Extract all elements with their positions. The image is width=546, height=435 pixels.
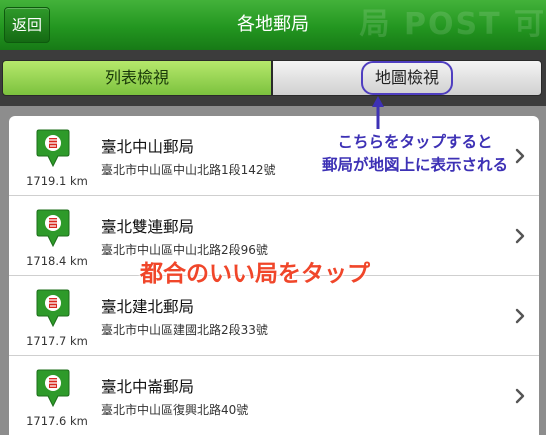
list-item[interactable]: 1717.6 km 臺北中崙郵局 臺北市中山區復興北路40號 (9, 356, 539, 435)
distance-label: 1717.6 km (26, 414, 88, 428)
tab-map-view-label: 地圖檢視 (360, 61, 453, 95)
post-office-pin-icon (36, 289, 70, 328)
header-bar: 局 POST 可 各地郵局 返回 (0, 0, 546, 50)
office-name: 臺北中山郵局 (101, 138, 195, 156)
office-address: 臺北市中山區復興北路40號 (101, 403, 249, 417)
post-office-pin-icon (36, 369, 70, 408)
post-office-pin-icon (36, 129, 70, 168)
distance-label: 1717.7 km (26, 334, 88, 348)
tab-list-view[interactable]: 列表檢視 (2, 60, 272, 96)
chevron-right-icon (515, 228, 525, 244)
tab-map-view[interactable]: 地圖檢視 (272, 60, 542, 96)
back-button[interactable]: 返回 (4, 7, 50, 43)
list-annotation: 都合のいい局をタップ (140, 261, 370, 287)
distance-label: 1718.4 km (26, 254, 88, 268)
office-name: 臺北建北郵局 (101, 298, 195, 316)
chevron-right-icon (515, 308, 525, 324)
office-name: 臺北中崙郵局 (101, 378, 195, 396)
office-name: 臺北雙連郵局 (101, 218, 195, 236)
post-office-pin-icon (36, 209, 70, 248)
chevron-right-icon (515, 388, 525, 404)
office-address: 臺北市中山區中山北路1段142號 (101, 163, 276, 177)
office-address: 臺北市中山區建國北路2段33號 (101, 323, 268, 337)
list-item[interactable]: 1717.7 km 臺北建北郵局 臺北市中山區建國北路2段33號 (9, 276, 539, 356)
map-tab-annotation-line2: 郵局が地図上に表示される (321, 156, 508, 174)
view-tab-bar: 列表檢視 地圖檢視 (0, 50, 546, 106)
tab-list-view-label: 列表檢視 (104, 68, 169, 87)
arrow-up-icon (372, 96, 384, 129)
map-tab-annotation: こちらをタップすると 郵局が地図上に表示される (295, 131, 535, 177)
map-tab-annotation-line1: こちらをタップすると (337, 133, 493, 151)
page-title: 各地郵局 (237, 14, 309, 35)
distance-label: 1719.1 km (26, 174, 88, 188)
